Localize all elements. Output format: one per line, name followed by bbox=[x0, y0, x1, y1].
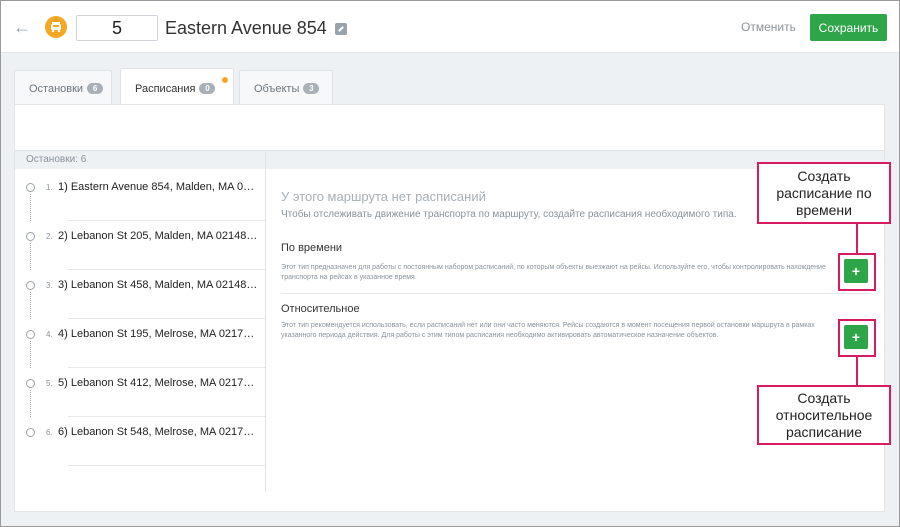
route-dotted-line bbox=[30, 243, 31, 270]
stop-index: 6. bbox=[46, 428, 53, 437]
page-header: ← Eastern Avenue 854 Отменить Сохранить bbox=[1, 1, 899, 53]
stop-index: 5. bbox=[46, 379, 53, 388]
callout-connector bbox=[856, 356, 858, 386]
stop-marker-icon bbox=[26, 232, 35, 241]
stop-index: 4. bbox=[46, 330, 53, 339]
tab-stops[interactable]: Остановки 6 bbox=[14, 70, 112, 105]
arrow-left-icon[interactable]: ← bbox=[13, 17, 31, 37]
stop-marker-icon bbox=[26, 183, 35, 192]
tab-schedules[interactable]: Расписания 0 bbox=[120, 68, 234, 104]
tab-count-badge: 0 bbox=[199, 83, 216, 94]
list-item[interactable]: 1. 1) Eastern Avenue 854, Malden, MA 021… bbox=[25, 172, 265, 221]
cancel-button[interactable]: Отменить bbox=[741, 18, 796, 36]
column-divider bbox=[265, 151, 266, 492]
relative-title: Относительное bbox=[281, 303, 360, 315]
tab-label: Расписания bbox=[135, 83, 196, 95]
tab-count-badge: 3 bbox=[303, 83, 320, 94]
stop-label: 1) Eastern Avenue 854, Malden, MA 02148,… bbox=[58, 181, 258, 193]
schedules-panel: Остановки: 6 1. 1) Eastern Avenue 854, M… bbox=[14, 104, 885, 512]
notification-dot bbox=[222, 77, 228, 83]
route-number-input[interactable] bbox=[76, 15, 158, 41]
tab-count-badge: 6 bbox=[87, 83, 104, 94]
stop-label: 4) Lebanon St 195, Melrose, MA 02176, US… bbox=[58, 328, 258, 340]
stop-label: 3) Lebanon St 458, Malden, MA 02148, USA bbox=[58, 279, 258, 291]
tab-label: Объекты bbox=[254, 83, 300, 95]
route-dotted-line bbox=[30, 292, 31, 319]
divider bbox=[68, 465, 265, 466]
list-item[interactable]: 3. 3) Lebanon St 458, Malden, MA 02148, … bbox=[25, 270, 265, 319]
stop-marker-icon bbox=[26, 281, 35, 290]
callout-connector bbox=[856, 223, 858, 254]
pencil-icon[interactable] bbox=[335, 23, 347, 35]
stop-marker-icon bbox=[26, 379, 35, 388]
stop-label: 2) Lebanon St 205, Malden, MA 02148, USA bbox=[58, 230, 258, 242]
list-item[interactable]: 2. 2) Lebanon St 205, Malden, MA 02148, … bbox=[25, 221, 265, 270]
empty-state-subtitle: Чтобы отслеживать движение транспорта по… bbox=[281, 209, 737, 220]
stop-index: 2. bbox=[46, 232, 53, 241]
route-title: Eastern Avenue 854 bbox=[165, 18, 327, 38]
save-button[interactable]: Сохранить bbox=[810, 14, 887, 41]
callout-create-time-schedule: Создать расписание по времени bbox=[757, 162, 891, 224]
list-item[interactable]: 5. 5) Lebanon St 412, Melrose, MA 02176,… bbox=[25, 368, 265, 417]
stop-marker-icon bbox=[26, 428, 35, 437]
route-dotted-line bbox=[30, 390, 31, 417]
by-time-title: По времени bbox=[281, 242, 343, 254]
list-item[interactable]: 6. 6) Lebanon St 548, Melrose, MA 02176,… bbox=[25, 417, 265, 466]
stops-count-header: Остановки: 6 bbox=[15, 151, 265, 169]
relative-description: Этот тип рекомендуется использовать, есл… bbox=[281, 322, 815, 339]
stop-label: 5) Lebanon St 412, Melrose, MA 02176, US… bbox=[58, 377, 258, 389]
callout-highlight-box bbox=[838, 253, 876, 291]
tab-label: Остановки bbox=[29, 83, 84, 95]
list-item[interactable]: 4. 4) Lebanon St 195, Melrose, MA 02176,… bbox=[25, 319, 265, 368]
divider bbox=[281, 293, 871, 294]
route-dotted-line bbox=[30, 194, 31, 221]
taxi-icon bbox=[45, 16, 67, 38]
callout-highlight-box bbox=[838, 319, 876, 357]
route-dotted-line bbox=[30, 341, 31, 368]
callout-create-relative-schedule: Создать относительное расписание bbox=[757, 385, 891, 445]
empty-state-title: У этого маршрута нет расписаний bbox=[281, 189, 486, 204]
stop-index: 3. bbox=[46, 281, 53, 290]
by-time-description: Этот тип предназначен для работы с посто… bbox=[281, 264, 826, 281]
stop-marker-icon bbox=[26, 330, 35, 339]
stop-label: 6) Lebanon St 548, Melrose, MA 02176, US… bbox=[58, 426, 258, 438]
stop-index: 1. bbox=[46, 183, 53, 192]
tab-objects[interactable]: Объекты 3 bbox=[239, 70, 333, 105]
